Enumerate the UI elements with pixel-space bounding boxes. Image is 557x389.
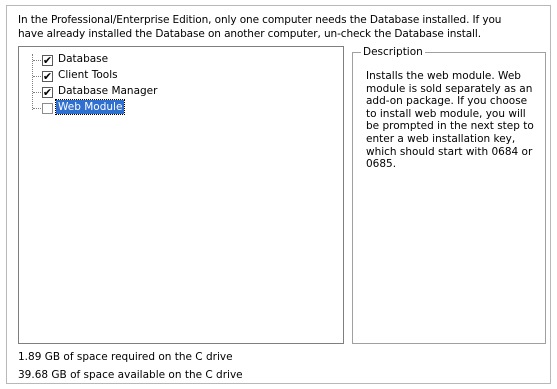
description-line: enter a web installation key,: [366, 132, 516, 145]
tree-connector: [32, 54, 33, 110]
tree-item-label: Database: [58, 53, 109, 65]
tree-item-label: Client Tools: [58, 69, 118, 81]
tree-branch: [33, 76, 41, 77]
description-line: 0685.: [366, 158, 397, 171]
checkbox-web-module[interactable]: [42, 103, 53, 114]
intro-line-1: In the Professional/Enterprise Edition, …: [18, 14, 502, 26]
space-required-text: 1.89 GB of space required on the C drive: [18, 351, 233, 363]
checkbox-database-manager[interactable]: ✔: [42, 87, 53, 98]
description-line: to install web module, you will: [366, 107, 526, 120]
description-text: Installs the web module. Web module is s…: [366, 70, 538, 171]
description-line: be prompted in the next step to: [366, 120, 534, 133]
intro-text: In the Professional/Enterprise Edition, …: [18, 13, 543, 41]
space-available-text: 39.68 GB of space available on the C dri…: [18, 369, 243, 381]
checkbox-client-tools[interactable]: ✔: [42, 71, 53, 82]
checkbox-database[interactable]: ✔: [42, 55, 53, 66]
tree-branch: [33, 92, 41, 93]
tree-branch: [33, 60, 41, 61]
intro-line-2: have already installed the Database on a…: [18, 28, 481, 40]
tree-item-label: Database Manager: [58, 85, 158, 97]
component-tree[interactable]: ✔ Database ✔ Client Tools ✔ Database Man…: [18, 46, 344, 344]
tree-branch: [33, 108, 41, 109]
description-line: add-on package. If you choose: [366, 95, 528, 108]
description-line: which should start with 0684 or: [366, 145, 533, 158]
tree-item-label-selected: Web Module: [54, 99, 126, 115]
description-title: Description: [361, 45, 425, 59]
description-line: module is sold separately as an: [366, 82, 533, 95]
description-line: Installs the web module. Web: [366, 70, 521, 82]
